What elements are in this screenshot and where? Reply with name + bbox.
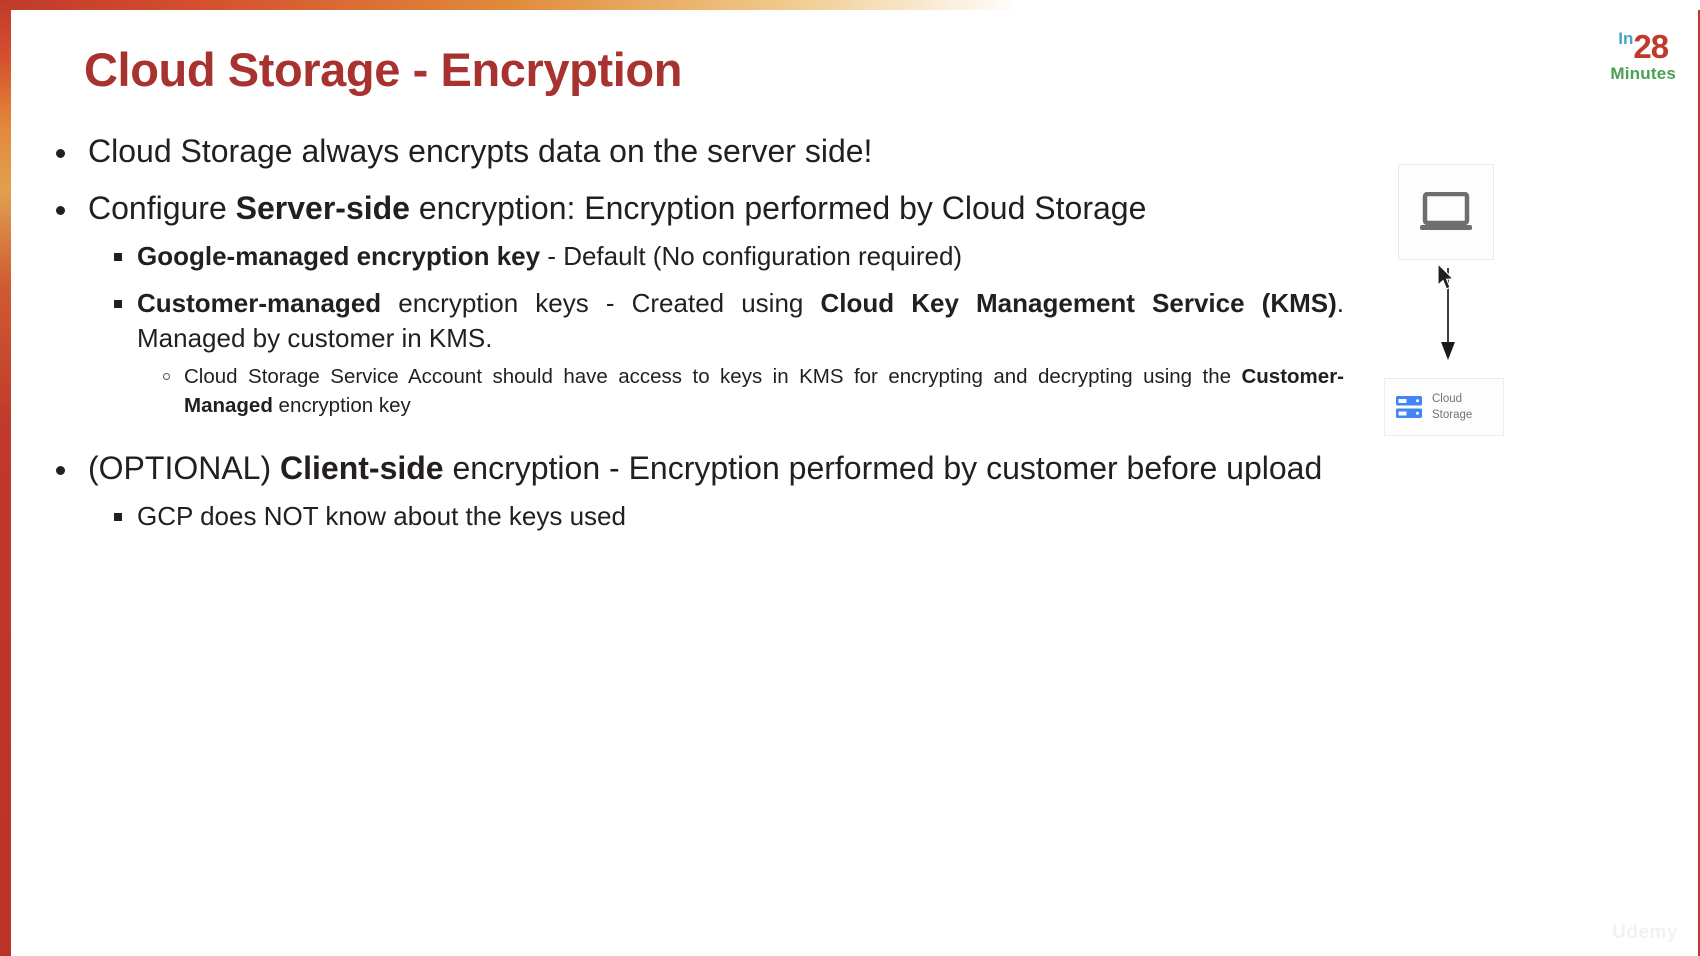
bullet-google-managed-key: Google-managed encryption key - Default …	[88, 239, 1344, 274]
cloud-storage-icon	[1396, 396, 1422, 418]
diagram-cloud-storage-label-line1: Cloud	[1432, 392, 1463, 405]
in28minutes-logo: In28 Minutes	[1610, 30, 1676, 82]
bullet-server-side-post: encryption: Encryption performed by Clou…	[409, 189, 1147, 226]
diagram-cloud-storage-label-line2: Storage	[1432, 409, 1473, 421]
diagram-cloud-storage-node: Cloud Storage	[1384, 378, 1504, 436]
bullet-customer-managed-keys-mid: encryption keys - Created using	[381, 288, 821, 319]
diagram-cloud-storage-label: Cloud Storage	[1432, 391, 1472, 424]
bullet-customer-managed-keys-bold2: Cloud Key Management Service (KMS)	[820, 288, 1337, 319]
bullet-list-level3-kms: Cloud Storage Service Account should hav…	[137, 362, 1344, 420]
bullet-server-side-pre: Configure	[88, 189, 236, 226]
left-accent-bar	[0, 0, 11, 956]
bullet-client-side-post: encryption - Encryption performed by cus…	[443, 449, 1323, 486]
bullet-customer-managed-keys: Customer-managed encryption keys - Creat…	[88, 286, 1344, 420]
bullet-list-level2-clientside: GCP does NOT know about the keys used	[88, 499, 1344, 534]
bullet-gcp-no-keys: GCP does NOT know about the keys used	[88, 499, 1344, 534]
bullet-always-encrypts: Cloud Storage always encrypts data on th…	[44, 130, 1344, 173]
slide-canvas: Cloud Storage - Encryption In28 Minutes …	[0, 0, 1700, 956]
bullet-service-account-access-pre: Cloud Storage Service Account should hav…	[184, 365, 1242, 389]
bullet-client-side: (OPTIONAL) Client-side encryption - Encr…	[44, 447, 1344, 535]
bullet-client-side-bold: Client-side	[280, 449, 444, 486]
bullet-server-side: Configure Server-side encryption: Encryp…	[44, 187, 1344, 421]
page-title: Cloud Storage - Encryption	[84, 43, 683, 96]
bullet-client-side-pre: (OPTIONAL)	[88, 449, 281, 486]
bullet-list-level1: Cloud Storage always encrypts data on th…	[44, 130, 1344, 534]
laptop-icon	[1420, 192, 1472, 230]
bullet-server-side-text: Configure Server-side encryption: Encryp…	[88, 187, 1344, 230]
bullet-service-account-access-post: encryption key	[272, 394, 411, 418]
logo-in-text: In	[1618, 29, 1634, 48]
bullet-list-level2-serverside: Google-managed encryption key - Default …	[88, 239, 1344, 421]
bullet-client-side-text: (OPTIONAL) Client-side encryption - Encr…	[88, 447, 1344, 490]
bullet-gcp-no-keys-text: GCP does NOT know about the keys used	[137, 501, 626, 532]
logo-minutes-text: Minutes	[1610, 64, 1676, 83]
slide-body: Cloud Storage always encrypts data on th…	[44, 130, 1344, 548]
diagram-laptop-node	[1398, 164, 1494, 260]
mouse-cursor-icon	[1437, 264, 1455, 290]
encryption-flow-diagram: Cloud Storage	[1384, 164, 1524, 464]
logo-top-row: In28	[1610, 30, 1676, 63]
top-accent-bar	[0, 0, 1700, 10]
bullet-customer-managed-keys-bold1: Customer-managed	[137, 288, 382, 319]
logo-number-text: 28	[1633, 28, 1669, 65]
bullet-server-side-bold: Server-side	[235, 189, 410, 226]
bullet-google-managed-key-bold: Google-managed encryption key	[137, 241, 541, 272]
udemy-watermark: Udemy	[1612, 922, 1678, 943]
bullet-google-managed-key-post: - Default (No configuration required)	[540, 241, 963, 272]
bullet-always-encrypts-text: Cloud Storage always encrypts data on th…	[88, 133, 873, 169]
bullet-service-account-access: Cloud Storage Service Account should hav…	[137, 362, 1344, 420]
